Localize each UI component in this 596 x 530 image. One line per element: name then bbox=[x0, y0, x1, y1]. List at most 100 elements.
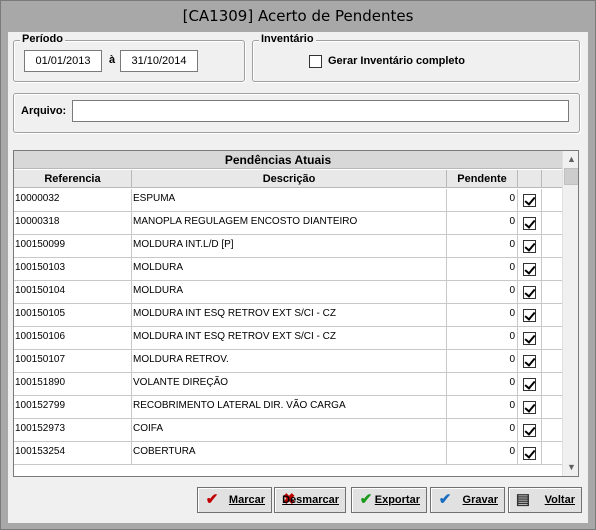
periodo-start-field[interactable]: 01/01/2013 bbox=[24, 50, 102, 72]
cell-check bbox=[518, 419, 542, 442]
column-header-referencia[interactable]: Referencia bbox=[14, 170, 132, 188]
cell-filler bbox=[542, 442, 562, 465]
cell-referencia: 100150105 bbox=[14, 304, 132, 327]
cell-filler bbox=[542, 189, 562, 212]
cell-pendente[interactable]: 0 bbox=[447, 258, 518, 281]
table-row[interactable]: 100152799 RECOBRIMENTO LATERAL DIR. VÃO C… bbox=[14, 396, 562, 419]
voltar-button[interactable]: ▤ Voltar bbox=[508, 487, 582, 513]
pendencias-grid: Pendências Atuais Referencia Descrição P… bbox=[13, 150, 579, 477]
cell-check bbox=[518, 350, 542, 373]
row-checkbox[interactable] bbox=[523, 309, 536, 322]
row-checkbox[interactable] bbox=[523, 447, 536, 460]
cell-referencia: 100151890 bbox=[14, 373, 132, 396]
cell-filler bbox=[542, 350, 562, 373]
row-checkbox[interactable] bbox=[523, 240, 536, 253]
table-row[interactable]: 100152973 COIFA 0 bbox=[14, 419, 562, 442]
row-checkbox[interactable] bbox=[523, 401, 536, 414]
gerar-inventario-checkbox[interactable] bbox=[309, 55, 322, 68]
cell-descricao: ESPUMA bbox=[132, 189, 447, 212]
cell-check bbox=[518, 396, 542, 419]
row-checkbox[interactable] bbox=[523, 217, 536, 230]
cell-pendente[interactable]: 0 bbox=[447, 327, 518, 350]
row-checkbox[interactable] bbox=[523, 263, 536, 276]
cell-pendente[interactable]: 0 bbox=[447, 442, 518, 465]
table-row[interactable]: 100153254 COBERTURA 0 bbox=[14, 442, 562, 465]
client-area: Período 01/01/2013 à 31/10/2014 Inventár… bbox=[8, 32, 588, 523]
cell-descricao: MOLDURA INT.L/D [P] bbox=[132, 235, 447, 258]
cell-pendente[interactable]: 0 bbox=[447, 373, 518, 396]
table-row[interactable]: 100150103 MOLDURA 0 bbox=[14, 258, 562, 281]
cell-pendente[interactable]: 0 bbox=[447, 212, 518, 235]
row-checkbox[interactable] bbox=[523, 355, 536, 368]
cell-descricao: COBERTURA bbox=[132, 442, 447, 465]
main-window: [CA1309] Acerto de Pendentes Período 01/… bbox=[0, 0, 596, 530]
cell-check bbox=[518, 304, 542, 327]
cell-check bbox=[518, 235, 542, 258]
cell-descricao: MOLDURA RETROV. bbox=[132, 350, 447, 373]
cell-check bbox=[518, 212, 542, 235]
column-header-check bbox=[518, 170, 542, 188]
marcar-button[interactable]: ✔ Marcar bbox=[197, 487, 272, 513]
cell-pendente[interactable]: 0 bbox=[447, 281, 518, 304]
table-row[interactable]: 100150107 MOLDURA RETROV. 0 bbox=[14, 350, 562, 373]
scroll-thumb[interactable] bbox=[564, 168, 578, 185]
gravar-button[interactable]: ✔ Gravar bbox=[430, 487, 505, 513]
column-header-descricao[interactable]: Descrição bbox=[132, 170, 447, 188]
cell-pendente[interactable]: 0 bbox=[447, 396, 518, 419]
table-row[interactable]: 100151890 VOLANTE DIREÇÃO 0 bbox=[14, 373, 562, 396]
periodo-legend: Período bbox=[20, 33, 65, 45]
cell-pendente[interactable]: 0 bbox=[447, 235, 518, 258]
row-checkbox[interactable] bbox=[523, 286, 536, 299]
table-row[interactable]: 100150106 MOLDURA INT ESQ RETROV EXT S/CI… bbox=[14, 327, 562, 350]
arquivo-label: Arquivo: bbox=[21, 105, 67, 117]
cell-referencia: 100153254 bbox=[14, 442, 132, 465]
row-checkbox[interactable] bbox=[523, 378, 536, 391]
desmarcar-button[interactable]: ✖ Desmarcar bbox=[274, 487, 346, 513]
cell-filler bbox=[542, 327, 562, 350]
arquivo-field[interactable] bbox=[72, 100, 569, 122]
table-row[interactable]: 10000318 MANOPLA REGULAGEM ENCOSTO DIANTE… bbox=[14, 212, 562, 235]
cell-filler bbox=[542, 304, 562, 327]
save-check-icon: ✔ bbox=[438, 491, 452, 508]
cell-pendente[interactable]: 0 bbox=[447, 419, 518, 442]
table-row[interactable]: 100150104 MOLDURA 0 bbox=[14, 281, 562, 304]
periodo-end-field[interactable]: 31/10/2014 bbox=[120, 50, 198, 72]
table-row[interactable]: 100150105 MOLDURA INT ESQ RETROV EXT S/CI… bbox=[14, 304, 562, 327]
arquivo-group: Arquivo: bbox=[13, 93, 580, 133]
cell-filler bbox=[542, 258, 562, 281]
column-header-filler bbox=[542, 170, 562, 188]
cell-pendente[interactable]: 0 bbox=[447, 304, 518, 327]
cell-filler bbox=[542, 396, 562, 419]
scroll-down-icon[interactable]: ▼ bbox=[563, 459, 578, 476]
cell-pendente[interactable]: 0 bbox=[447, 350, 518, 373]
table-row[interactable]: 100150099 MOLDURA INT.L/D [P] 0 bbox=[14, 235, 562, 258]
cell-descricao: MOLDURA INT ESQ RETROV EXT S/CI - CZ bbox=[132, 327, 447, 350]
cell-referencia: 100150107 bbox=[14, 350, 132, 373]
gerar-inventario-label[interactable]: Gerar Inventário completo bbox=[328, 55, 465, 67]
row-checkbox[interactable] bbox=[523, 194, 536, 207]
export-check-icon: ✔ bbox=[359, 491, 373, 508]
cell-referencia: 100150106 bbox=[14, 327, 132, 350]
table-row[interactable]: 10000032 ESPUMA 0 bbox=[14, 189, 562, 212]
cell-filler bbox=[542, 281, 562, 304]
cell-filler bbox=[542, 373, 562, 396]
cell-filler bbox=[542, 212, 562, 235]
cell-descricao: MOLDURA INT ESQ RETROV EXT S/CI - CZ bbox=[132, 304, 447, 327]
gravar-button-label: Gravar bbox=[462, 494, 498, 506]
column-header-pendente[interactable]: Pendente bbox=[447, 170, 518, 188]
scroll-up-icon[interactable]: ▲ bbox=[563, 151, 578, 168]
marcar-button-label: Marcar bbox=[228, 494, 265, 506]
cell-check bbox=[518, 327, 542, 350]
cell-descricao: MOLDURA bbox=[132, 281, 447, 304]
row-checkbox[interactable] bbox=[523, 332, 536, 345]
exportar-button[interactable]: ✔ Exportar bbox=[351, 487, 427, 513]
row-checkbox[interactable] bbox=[523, 424, 536, 437]
cell-descricao: RECOBRIMENTO LATERAL DIR. VÃO CARGA bbox=[132, 396, 447, 419]
vertical-scrollbar[interactable]: ▲ ▼ bbox=[562, 151, 578, 476]
cell-referencia: 100150099 bbox=[14, 235, 132, 258]
cell-pendente[interactable]: 0 bbox=[447, 189, 518, 212]
window-title: [CA1309] Acerto de Pendentes bbox=[1, 1, 595, 32]
inventario-group: Inventário Gerar Inventário completo bbox=[252, 33, 580, 82]
periodo-group: Período 01/01/2013 à 31/10/2014 bbox=[13, 33, 245, 82]
cell-descricao: MANOPLA REGULAGEM ENCOSTO DIANTEIRO bbox=[132, 212, 447, 235]
